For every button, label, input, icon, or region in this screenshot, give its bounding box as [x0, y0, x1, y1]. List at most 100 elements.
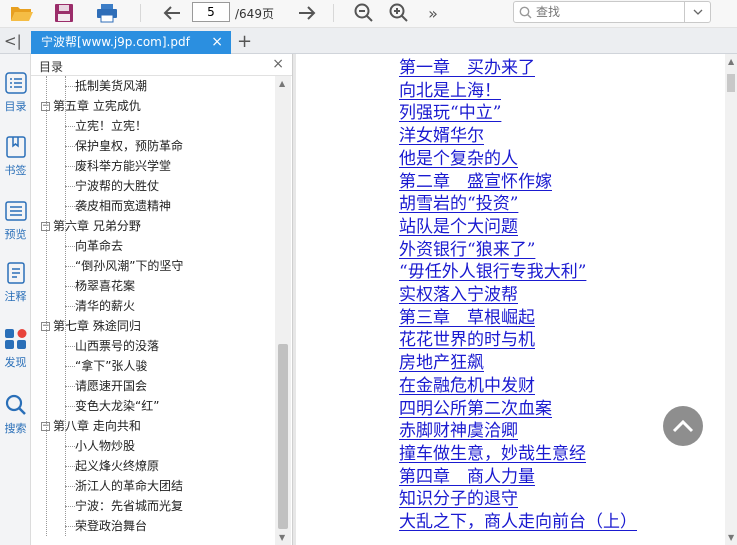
toc-section[interactable]: 杨翠喜花案	[65, 276, 136, 296]
toc-chapter[interactable]: − 第七章 殊途同归	[41, 316, 141, 336]
document-scroll-thumb[interactable]	[727, 74, 735, 92]
search-input[interactable]	[536, 4, 676, 20]
toc-link[interactable]: 花花世界的时与机	[399, 329, 535, 351]
toc-header: 目录 ×	[31, 54, 292, 76]
toc-section[interactable]: 变色大龙染“红”	[65, 396, 160, 416]
toc-link[interactable]: 实权落入宁波帮	[399, 284, 518, 306]
toc-chapter[interactable]: − 第六章 兄弟分野	[41, 216, 141, 236]
toc-link[interactable]: 站队是个大问题	[399, 216, 518, 238]
toc-link[interactable]: “毋任外人银行专我大利”	[399, 261, 586, 283]
toc-item-label: 抵制美货风潮	[75, 79, 148, 93]
toc-item-label: 清华的薪火	[75, 299, 136, 313]
rail-item-toc[interactable]: 目录	[0, 72, 31, 114]
previous-page-icon[interactable]	[160, 2, 184, 24]
chevron-up-icon	[672, 419, 694, 433]
toc-section[interactable]: 立宪！立宪！	[65, 116, 148, 136]
toc-link[interactable]: 房地产狂飙	[399, 352, 484, 374]
search-icon	[519, 6, 532, 19]
toc-link[interactable]: 第一章 买办来了	[399, 57, 535, 79]
toc-section[interactable]: 山西票号的没落	[65, 336, 160, 356]
toc-item-label: 第五章 立宪成仇	[53, 99, 141, 113]
toc-section[interactable]: “倒孙风潮”下的坚守	[65, 256, 184, 276]
toc-item-label: 袭皮相而宽遗精神	[75, 199, 172, 213]
toc-section[interactable]: 向革命去	[65, 236, 123, 256]
back-to-top-button[interactable]	[663, 406, 703, 446]
toc-section[interactable]: 起义烽火终燎原	[65, 456, 159, 476]
toc-item-label: 浙江人的革命大团结	[75, 479, 184, 493]
toc-section[interactable]: 请愿速开国会	[65, 376, 147, 396]
rail-item-discover[interactable]: 发现	[0, 328, 31, 370]
toc-section[interactable]: 抵制美货风潮	[65, 76, 148, 96]
toc-link[interactable]: 知识分子的退守	[399, 488, 518, 510]
open-folder-icon[interactable]	[10, 2, 34, 24]
toc-item-label: 变色大龙染“红”	[75, 399, 160, 413]
search-dropdown-button[interactable]	[684, 2, 710, 22]
scroll-down-icon[interactable]: ▼	[728, 533, 734, 542]
toc-item-label: 第八章 走向共和	[53, 419, 141, 433]
toc-item-label: 保护皇权，预防革命	[75, 139, 184, 153]
toc-item-label: 荣登政治舞台	[75, 519, 148, 533]
print-icon[interactable]	[95, 2, 119, 24]
toc-link[interactable]: 胡雪岩的“投资”	[399, 193, 518, 215]
toc-section[interactable]: “拿下”张人骏	[65, 356, 147, 376]
scroll-up-icon[interactable]: ▲	[728, 57, 734, 66]
toc-item-label: 山西票号的没落	[75, 339, 160, 353]
toc-link[interactable]: 大乱之下，商人走向前台（上）	[399, 511, 637, 533]
rail-item-bookmarks[interactable]: 书签	[0, 136, 31, 178]
collapse-sidebar-icon[interactable]: <|	[4, 32, 22, 50]
toc-item-label: “倒孙风潮”下的坚守	[75, 259, 184, 273]
toc-tree: 抵制美货风潮 − 第五章 立宪成仇立宪！立宪！ 保护皇权，预防革命废科举方能兴学堂 宁波…	[31, 76, 275, 545]
toc-scroll-thumb[interactable]	[278, 344, 288, 529]
toc-chapter[interactable]: − 第八章 走向共和	[41, 416, 141, 436]
toc-section[interactable]: 清华的薪火	[65, 296, 136, 316]
toc-link[interactable]: 第三章 草根崛起	[399, 307, 535, 329]
save-icon[interactable]	[52, 2, 76, 24]
tab-close-button[interactable]: ×	[211, 31, 223, 54]
toc-link[interactable]: 第四章 商人力量	[399, 466, 535, 488]
toc-scrollbar[interactable]: ▲ ▼	[275, 76, 291, 545]
next-page-icon[interactable]	[295, 2, 319, 24]
annotation-icon	[6, 262, 25, 284]
page-number-input[interactable]	[192, 2, 230, 22]
toc-link[interactable]: 列强玩“中立”	[399, 102, 501, 124]
toc-link[interactable]: 撞车做生意，妙哉生意经	[399, 443, 586, 465]
toc-section[interactable]: 荣登政治舞台	[65, 516, 148, 536]
more-tools-icon[interactable]: »	[421, 2, 445, 24]
toc-link[interactable]: 他是个复杂的人	[399, 148, 518, 170]
tab-document[interactable]: 宁波帮[www.j9p.com].pdf ×	[31, 31, 231, 54]
scroll-down-icon[interactable]: ▼	[279, 533, 285, 542]
sidebar-rail: 目录 书签 预览 注释 发现 搜索	[0, 54, 31, 545]
document-scrollbar[interactable]: ▲ ▼	[725, 54, 737, 545]
toc-link[interactable]: 向北是上海！	[399, 80, 501, 102]
toc-close-button[interactable]: ×	[272, 56, 284, 72]
search-box[interactable]	[513, 1, 711, 23]
toc-section[interactable]: 保护皇权，预防革命	[65, 136, 184, 156]
toc-chapter[interactable]: − 第五章 立宪成仇	[41, 96, 141, 116]
toc-section[interactable]: 浙江人的革命大团结	[65, 476, 184, 496]
toc-link[interactable]: 第二章 盛宣怀作嫁	[399, 171, 552, 193]
toc-section[interactable]: 宁波帮的大胜仗	[65, 176, 159, 196]
toc-section[interactable]: 袭皮相而宽遗精神	[65, 196, 172, 216]
toc-icon	[4, 72, 27, 94]
toc-item-label: 杨翠喜花案	[75, 279, 136, 293]
toc-item-label: 立宪！立宪！	[75, 119, 148, 133]
scroll-up-icon[interactable]: ▲	[279, 79, 285, 88]
toc-section[interactable]: 宁波：先省城而光复	[65, 496, 183, 516]
toc-panel: 目录 × 抵制美货风潮 − 第五章 立宪成仇立宪！立宪！ 保护皇权，预防革命废科举方能…	[31, 54, 293, 545]
toc-link[interactable]: 四明公所第二次血案	[399, 398, 552, 420]
toc-item-label: 第六章 兄弟分野	[53, 219, 141, 233]
toc-link[interactable]: 洋女婿华尔	[399, 125, 484, 147]
toc-link[interactable]: 在金融危机中发财	[399, 375, 535, 397]
toc-link[interactable]: 赤脚财神虞洽卿	[399, 420, 518, 442]
toc-section[interactable]: 小人物炒股	[65, 436, 135, 456]
rail-item-preview[interactable]: 预览	[0, 200, 31, 242]
document-view: 第一章 买办来了 向北是上海！ 列强玩“中立” 洋女婿华尔 他是个复杂的人 第二章 盛宣怀…	[296, 54, 725, 545]
zoom-out-icon[interactable]	[352, 2, 376, 24]
new-tab-button[interactable]: +	[237, 31, 252, 52]
toc-link[interactable]: 外资银行“狼来了”	[399, 239, 535, 261]
rail-item-search[interactable]: 搜索	[0, 394, 31, 436]
tab-title: 宁波帮[www.j9p.com].pdf	[41, 35, 190, 49]
toc-section[interactable]: 废科举方能兴学堂	[65, 156, 171, 176]
rail-item-annotations[interactable]: 注释	[0, 262, 31, 304]
zoom-in-icon[interactable]	[387, 2, 411, 24]
